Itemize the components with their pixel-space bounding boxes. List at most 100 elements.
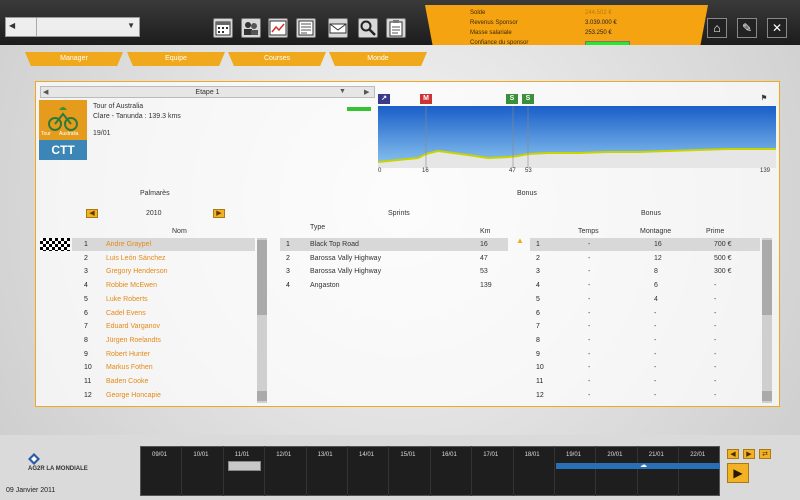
sprint-type: Angaston — [310, 282, 340, 290]
rider-name[interactable]: Robbie McEwen — [106, 282, 157, 289]
sprint-type: Barossa Vally Highway — [310, 268, 382, 276]
palmares-row[interactable]: 2 Luis León Sánchez — [40, 252, 255, 265]
bonus-row[interactable]: 8 - - - — [530, 334, 760, 347]
bonus-row[interactable]: 9 - - - — [530, 348, 760, 361]
bonus-row[interactable]: 1 - 16 700 € — [530, 238, 760, 251]
sprint-number: 3 — [286, 268, 290, 276]
stats-chart-icon[interactable] — [268, 18, 288, 38]
year-next-icon[interactable]: ▶ — [213, 209, 225, 218]
palmares-row[interactable]: 6 Cadel Evens — [40, 307, 255, 320]
palmares-row[interactable]: 10 Markus Fothen — [40, 361, 255, 374]
mountain-marker: M — [420, 94, 432, 104]
bonus-scrollbar[interactable] — [762, 238, 772, 403]
bonus-row[interactable]: 7 - - - — [530, 320, 760, 333]
calendar-icon[interactable] — [213, 18, 233, 38]
wrench-icon[interactable]: ✎ — [737, 18, 757, 38]
tab-monde[interactable]: Monde — [329, 52, 427, 66]
palmares-scroll-end[interactable] — [257, 391, 267, 401]
bonus-prime: - — [714, 336, 717, 344]
rider-name[interactable]: Markus Fothen — [106, 364, 153, 371]
palmares-row[interactable]: 8 Jürgen Roelandts — [40, 334, 255, 347]
year-prev-icon[interactable]: ◀ — [86, 209, 98, 218]
team-selector[interactable]: ◀ ▼ — [5, 17, 140, 37]
rider-name[interactable]: Gregory Henderson — [106, 268, 167, 275]
km-tick: 139 — [760, 168, 771, 174]
bonus-montagne: - — [654, 391, 657, 399]
home-icon[interactable]: ⌂ — [707, 18, 727, 38]
tab-courses[interactable]: Courses — [228, 52, 326, 66]
chevron-down-icon[interactable]: ▼ — [339, 88, 346, 95]
sprint-row[interactable]: 4 Angaston 139 — [280, 279, 508, 292]
rider-name[interactable]: Baden Cooke — [106, 378, 148, 385]
clipboard-icon[interactable] — [386, 18, 406, 38]
revenus-value: 3.039.000 € — [585, 20, 617, 26]
bonus-subtitle: Bonus — [641, 210, 661, 217]
rider-name[interactable]: Eduard Varganov — [106, 323, 160, 330]
bonus-row[interactable]: 11 - - - — [530, 375, 760, 388]
palmares-row[interactable]: 12 George Honcapie — [40, 389, 255, 402]
bonus-rank: 8 — [536, 336, 540, 344]
close-icon[interactable]: ✕ — [767, 18, 787, 38]
rank: 10 — [84, 364, 92, 372]
bonus-montagne: - — [654, 323, 657, 331]
sprint-row[interactable]: 2 Barossa Vally Highway 47 — [280, 252, 508, 265]
rider-name[interactable]: Luis León Sánchez — [106, 255, 166, 262]
solde-label: Solde — [470, 10, 486, 16]
palmares-scroll-thumb[interactable] — [257, 240, 267, 315]
bonus-row[interactable]: 6 - - - — [530, 307, 760, 320]
bonus-row[interactable]: 3 - 8 300 € — [530, 265, 760, 278]
stage-selector[interactable]: ◀ Etape 1 ▼ ▶ — [40, 86, 375, 98]
palmares-row[interactable]: 7 Eduard Varganov — [40, 320, 255, 333]
rider-name[interactable]: Jürgen Roelandts — [106, 337, 161, 344]
bonus-row[interactable]: 2 - 12 500 € — [530, 252, 760, 265]
rider-name[interactable]: Robert Hunter — [106, 351, 150, 358]
finish-flag-icon: ⚑ — [760, 95, 768, 102]
col-nom: Nom — [172, 228, 187, 235]
timeline-refresh-icon[interactable]: ⇄ — [759, 449, 771, 459]
timeline-race-event[interactable] — [556, 463, 720, 469]
palmares-row[interactable]: 3 Gregory Henderson — [40, 265, 255, 278]
timeline-day-divider — [388, 446, 390, 496]
rider-name[interactable]: Luke Roberts — [106, 296, 148, 303]
timeline-current-marker[interactable] — [228, 461, 261, 471]
bonus-row[interactable]: 5 - 4 - — [530, 293, 760, 306]
palmares-row[interactable]: 4 Robbie McEwen — [40, 279, 255, 292]
palmares-row[interactable]: 1 Andre Graypel — [72, 238, 255, 251]
chevron-down-icon[interactable]: ▼ — [127, 21, 135, 30]
bonus-montagne: 8 — [654, 268, 658, 276]
bonus-row[interactable]: 12 - - - — [530, 389, 760, 402]
search-icon[interactable] — [358, 18, 378, 38]
sprint-km: 47 — [480, 254, 488, 262]
timeline-next-icon[interactable]: ▶ — [743, 449, 755, 459]
rank: 8 — [84, 336, 88, 344]
sprint-row[interactable]: 3 Barossa Vally Highway 53 — [280, 265, 508, 278]
bonus-row[interactable]: 10 - - - — [530, 361, 760, 374]
bonus-scroll-end[interactable] — [762, 391, 772, 401]
palmares-row[interactable]: 9 Robert Hunter — [40, 348, 255, 361]
bonus-scroll-thumb[interactable] — [762, 240, 772, 315]
timeline-prev-icon[interactable]: ◀ — [727, 449, 739, 459]
tab-manager[interactable]: Manager — [25, 52, 123, 66]
play-icon[interactable]: ▶ — [727, 463, 749, 483]
newspaper-icon[interactable] — [296, 18, 316, 38]
palmares-row[interactable]: 11 Baden Cooke — [40, 375, 255, 388]
sprint-row[interactable]: 1 Black Top Road 16 — [280, 238, 508, 251]
bonus-temps: - — [588, 254, 591, 262]
staff-icon[interactable] — [241, 18, 261, 38]
bonus-temps: - — [588, 378, 591, 385]
stage-next-icon[interactable]: ▶ — [364, 88, 369, 96]
mail-icon[interactable] — [328, 18, 348, 38]
tab-equipe[interactable]: Equipe — [127, 52, 225, 66]
sprint-km: 139 — [480, 282, 492, 290]
selector-left-arrow-icon[interactable]: ◀ — [9, 21, 15, 30]
timeline-day-divider — [512, 446, 514, 496]
palmares-scrollbar[interactable] — [257, 238, 267, 403]
bonus-prime: - — [714, 282, 717, 290]
km-tick: 47 — [509, 168, 516, 174]
palmares-row[interactable]: 5 Luke Roberts — [40, 293, 255, 306]
bonus-row[interactable]: 4 - 6 - — [530, 279, 760, 292]
rider-name[interactable]: Andre Graypel — [106, 241, 151, 248]
rider-name[interactable]: Cadel Evens — [106, 310, 146, 317]
timeline-day-divider — [471, 446, 473, 496]
rider-name[interactable]: George Honcapie — [106, 392, 161, 399]
